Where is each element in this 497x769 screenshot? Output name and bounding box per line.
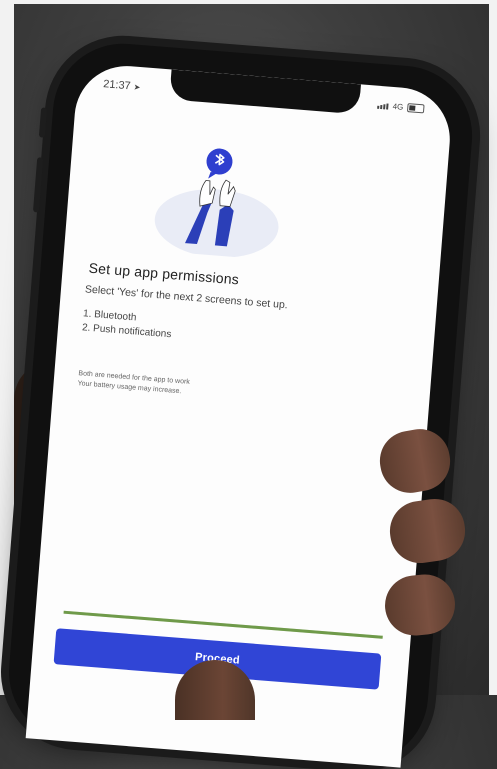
phone-device: 21:37 ➤ 4G Set up app permissions Select… — [3, 38, 478, 769]
frame-edge — [0, 0, 497, 4]
battery-note: Both are needed for the app to work Your… — [77, 369, 190, 398]
battery-icon — [406, 103, 425, 114]
page-title: Set up app permissions — [88, 259, 240, 288]
volume-button — [32, 157, 44, 213]
bluetooth-icon — [206, 148, 233, 179]
frame-edge — [489, 0, 497, 695]
status-time-text: 21:37 — [102, 78, 132, 93]
frame-edge — [0, 0, 14, 695]
permissions-illustration — [154, 148, 279, 258]
illustration-backdrop — [154, 189, 279, 258]
app-screen: 21:37 ➤ 4G Set up app permissions Select… — [25, 62, 454, 768]
status-bar-right: 4G — [377, 101, 425, 114]
permission-list: 1. Bluetooth 2. Push notifications — [81, 307, 172, 342]
location-arrow-icon: ➤ — [133, 82, 141, 93]
network-label: 4G — [392, 101, 404, 112]
status-bar-time: 21:37 ➤ — [103, 78, 141, 93]
mute-switch — [38, 107, 48, 138]
signal-icon — [377, 102, 389, 110]
phone-notch — [169, 69, 361, 115]
instructions-text: Select 'Yes' for the next 2 screens to s… — [84, 283, 289, 312]
